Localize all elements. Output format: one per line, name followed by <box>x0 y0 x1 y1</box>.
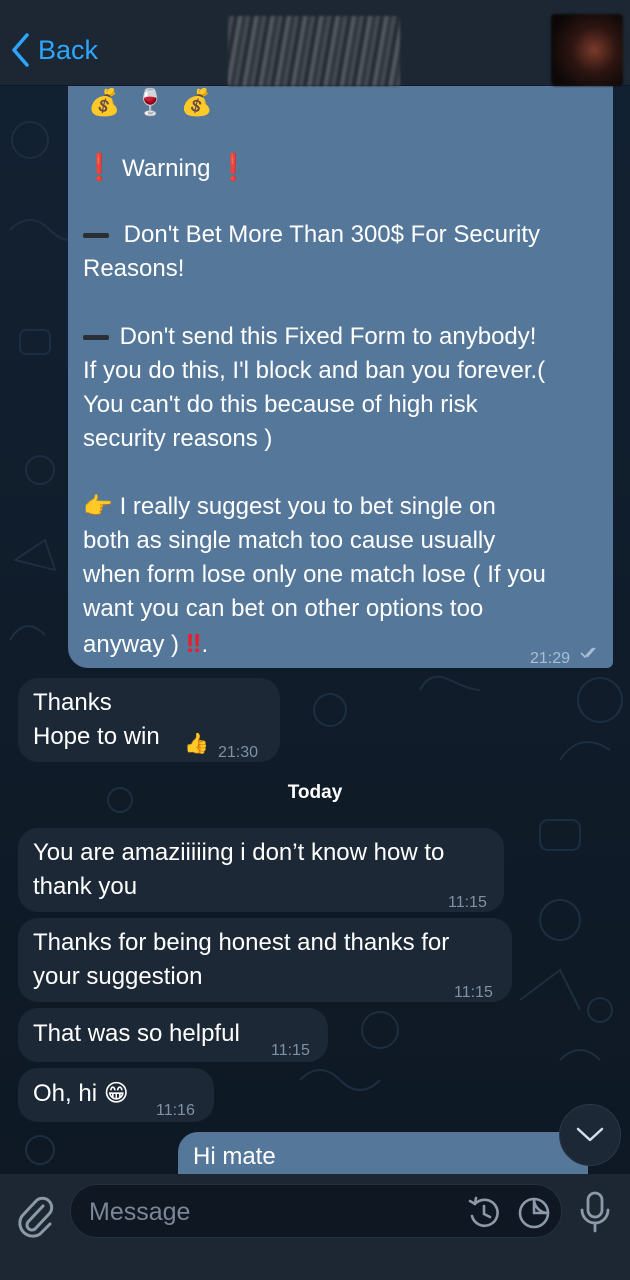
grinning-face-emoji: 😁 <box>103 1080 129 1107</box>
exclamation-icon: ❗ <box>217 152 250 182</box>
message-bubble-incoming[interactable]: That was so helpful 11:15 <box>18 1008 328 1062</box>
message-bubble-incoming[interactable]: Thanks for being honest and thanks for y… <box>18 918 512 1002</box>
money-bag-emoji: 💰 <box>180 87 214 117</box>
back-button[interactable]: Back <box>10 30 98 70</box>
warning-heading: ❗ Warning ❗ <box>83 152 250 182</box>
message-text-line: Reasons! <box>83 255 185 282</box>
chat-header: Back <box>0 0 630 86</box>
message-text-line: 👉 I really suggest you to bet single on <box>83 493 496 520</box>
message-text-line: anyway ) ‼. <box>83 628 209 658</box>
sticker-icon[interactable] <box>517 1196 551 1230</box>
message-text-line: You are amaziiiiing i don’t know how to <box>33 839 445 866</box>
exclamation-icon: ❗ <box>83 152 116 182</box>
minus-icon <box>83 335 109 341</box>
message-bubble-incoming[interactable]: Thanks Hope to win 👍 21:30 <box>18 678 280 762</box>
chevron-down-icon <box>576 1127 604 1142</box>
message-time: 11:15 <box>271 1042 310 1059</box>
emoji-row: 💰 🍷 💰 <box>88 86 213 118</box>
message-time: 11:15 <box>454 984 493 1001</box>
message-text-line: Oh, hi 😁 <box>33 1080 129 1107</box>
wine-glass-emoji: 🍷 <box>134 87 167 117</box>
message-text-line: Hope to win <box>33 723 160 750</box>
minus-icon <box>83 233 109 239</box>
message-time: 21:29 <box>530 650 571 667</box>
thumbs-up-emoji: 👍 <box>184 733 209 755</box>
chevron-left-icon <box>12 33 29 67</box>
message-text-line: You can't do this because of high risk <box>83 391 478 418</box>
chat-title-image[interactable] <box>228 16 400 86</box>
message-bubble-incoming[interactable]: You are amaziiiiing i don’t know how to … <box>18 828 504 912</box>
back-label: Back <box>38 34 99 65</box>
avatar[interactable] <box>551 14 623 86</box>
timer-icon[interactable] <box>467 1196 501 1230</box>
message-text-line: security reasons ) <box>83 425 273 452</box>
message-text-line: your suggestion <box>33 963 203 990</box>
message-text-line: That was so helpful <box>33 1020 240 1047</box>
message-text-line: Don't Bet More Than 300$ For Security <box>83 218 540 252</box>
message-text-line: Thanks <box>33 689 112 716</box>
message-composer <box>0 1174 630 1280</box>
paperclip-icon[interactable] <box>16 1192 54 1238</box>
message-text-line: Hi mate <box>193 1143 276 1170</box>
message-bubble-outgoing[interactable]: 💰 🍷 💰 ❗ Warning ❗ Don't Bet More Than 30… <box>68 72 613 668</box>
read-checkmarks-icon <box>580 647 596 659</box>
message-text-line: want you can bet on other options too <box>83 595 484 622</box>
message-time: 11:16 <box>156 1102 195 1119</box>
money-bag-emoji: 💰 <box>88 87 121 117</box>
message-text-line: both as single match too cause usually <box>83 527 496 554</box>
double-exclamation-icon: ‼ <box>185 628 202 658</box>
message-text-line: If you do this, I'l block and ban you fo… <box>83 357 546 384</box>
message-input[interactable] <box>89 1193 449 1231</box>
pointing-hand-icon: 👉 <box>83 493 113 520</box>
message-text-line: Thanks for being honest and thanks for <box>33 929 450 956</box>
message-time: 11:15 <box>448 894 487 911</box>
message-text-line: when form lose only one match lose ( If … <box>83 561 546 588</box>
message-text-line: Don't send this Fixed Form to anybody! <box>83 320 536 354</box>
message-time: 21:30 <box>218 744 259 761</box>
date-separator: Today <box>287 782 343 803</box>
message-text-line: thank you <box>33 873 138 900</box>
scroll-to-bottom-button[interactable] <box>559 1104 621 1166</box>
microphone-icon[interactable] <box>577 1190 613 1236</box>
message-bubble-incoming[interactable]: Oh, hi 😁 11:16 <box>18 1068 214 1122</box>
message-field[interactable] <box>70 1184 562 1238</box>
